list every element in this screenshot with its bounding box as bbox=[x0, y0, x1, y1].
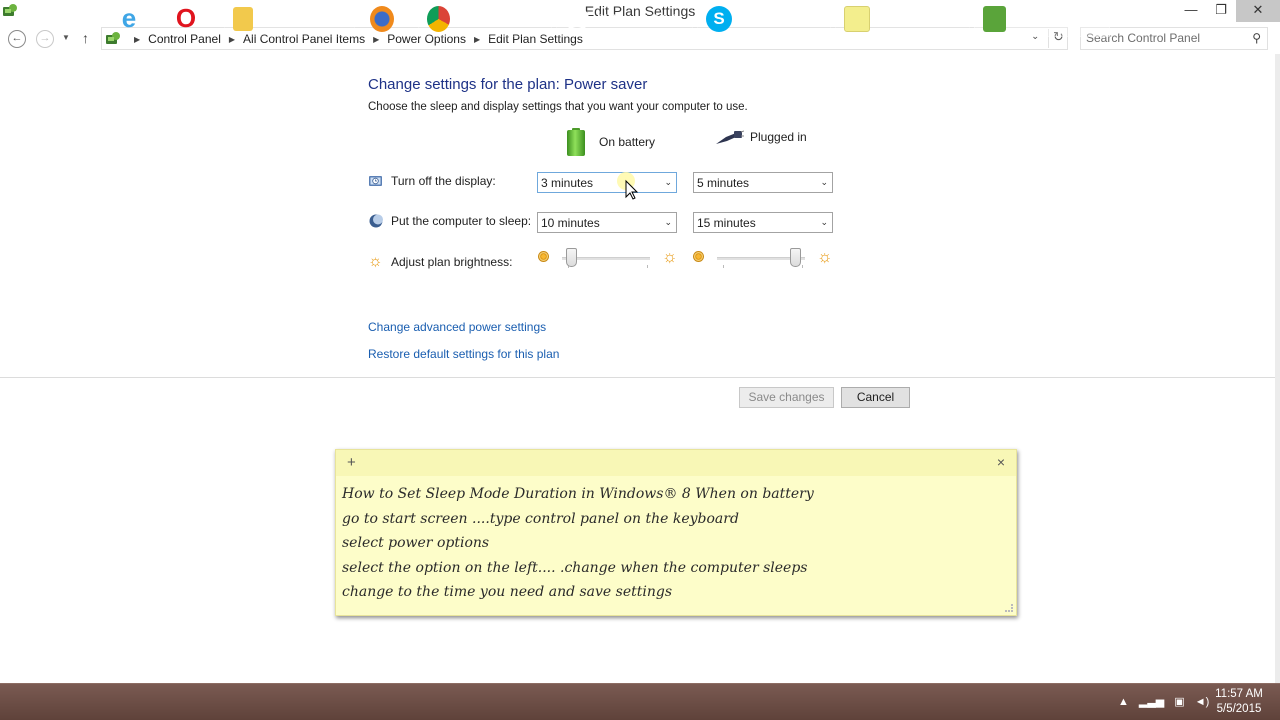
window-app-icon: ▣ bbox=[63, 8, 81, 28]
page-title: Change settings for the plan: Power save… bbox=[368, 76, 648, 93]
slider-ticks bbox=[568, 265, 648, 268]
sleep-plugged-value: 15 minutes bbox=[697, 216, 756, 230]
battery-icon bbox=[566, 128, 586, 156]
display-plugged-value: 5 minutes bbox=[697, 176, 750, 190]
internet-explorer-icon: e bbox=[121, 3, 137, 33]
system-tray: ▲ ▂▃▅ ▣ ◄) bbox=[1118, 683, 1219, 720]
folder-icon bbox=[233, 6, 253, 31]
taskbar-skype[interactable]: S Skype bbox=[697, 0, 831, 37]
clock-time: 11:57 AM bbox=[1215, 688, 1263, 700]
brightness-setting-label: Adjust plan brightness: bbox=[391, 255, 513, 269]
scrollbar[interactable] bbox=[1275, 54, 1280, 684]
note-line: go to start screen ....type control pane… bbox=[342, 510, 739, 527]
column-header-plugged: Plugged in bbox=[714, 128, 807, 146]
sleep-setting-row: Put the computer to sleep: bbox=[368, 213, 531, 229]
taskbar-label: Skype bbox=[740, 11, 774, 26]
opera-icon: O bbox=[175, 3, 197, 33]
taskbar-sticky-notes[interactable]: Sticky Notes bbox=[835, 0, 970, 37]
display-setting-row: Turn off the display: bbox=[368, 173, 496, 189]
close-button[interactable]: ✕ bbox=[1236, 0, 1280, 22]
display-battery-select[interactable]: 3 minutes ⌄ bbox=[537, 172, 677, 193]
note-line: How to Set Sleep Mode Duration in Window… bbox=[342, 486, 814, 502]
sun-icon: ☼ bbox=[368, 253, 383, 270]
taskbar-bittorrent[interactable]: ⟲ BitTorrent 7.9.3... bbox=[556, 0, 693, 37]
column-label-plugged: Plugged in bbox=[750, 130, 807, 144]
display-plugged-select[interactable]: 5 minutes ⌄ bbox=[693, 172, 833, 193]
dim-sun-icon bbox=[693, 251, 704, 262]
minimize-button[interactable]: — bbox=[1176, 0, 1206, 22]
page-description: Choose the sleep and display settings th… bbox=[368, 101, 748, 113]
mouse-cursor-icon bbox=[617, 172, 639, 200]
maximize-button[interactable]: ❐ bbox=[1206, 0, 1236, 22]
search-icon[interactable]: ⚲ bbox=[1252, 31, 1261, 45]
sticky-note-header[interactable] bbox=[336, 450, 1016, 476]
taskbar-edit-plan-settings[interactable]: Edit Plan Settings bbox=[974, 0, 1110, 37]
skype-icon: S bbox=[706, 5, 732, 32]
chevron-down-icon: ⌄ bbox=[664, 177, 672, 187]
advanced-settings-link[interactable]: Change advanced power settings bbox=[368, 320, 546, 334]
bright-sun-icon: ☼ bbox=[662, 247, 678, 266]
taskbar-label: 1 of 1 uploaded... bbox=[458, 11, 551, 26]
bittorrent-icon: ⟲ bbox=[565, 6, 589, 31]
note-line: select power options bbox=[342, 535, 490, 551]
sticky-note[interactable]: + × How to Set Sleep Mode Duration in Wi… bbox=[335, 449, 1017, 616]
taskbar-label: Recording bbox=[261, 11, 316, 26]
taskbar-chrome[interactable]: 1 of 1 uploaded... bbox=[418, 0, 552, 37]
moon-icon bbox=[369, 214, 383, 228]
sticky-note-text[interactable]: How to Set Sleep Mode Duration in Window… bbox=[342, 482, 814, 605]
windows-logo-icon bbox=[14, 8, 34, 29]
add-note-button[interactable]: + bbox=[347, 454, 356, 471]
brightness-battery-slider[interactable]: ☼ bbox=[538, 248, 678, 270]
taskbar bbox=[0, 683, 1280, 720]
taskbar-opera[interactable]: O bbox=[174, 0, 206, 37]
divider bbox=[0, 377, 1275, 378]
column-label-battery: On battery bbox=[599, 135, 656, 149]
power-plug-icon bbox=[716, 130, 744, 144]
taskbar-label: Sticky Notes bbox=[878, 11, 945, 26]
monitor-clock-icon bbox=[369, 176, 382, 186]
slider-thumb[interactable] bbox=[565, 248, 577, 267]
close-note-button[interactable]: × bbox=[997, 454, 1005, 470]
taskbar-label: BitTorrent 7.9.3... bbox=[597, 11, 689, 26]
display-setting-label: Turn off the display: bbox=[391, 174, 496, 188]
control-panel-icon bbox=[983, 5, 1007, 32]
chevron-down-icon: ⌄ bbox=[820, 217, 828, 227]
slider-thumb[interactable] bbox=[790, 248, 802, 267]
taskbar-ie[interactable]: e bbox=[117, 0, 149, 37]
chrome-icon bbox=[427, 5, 451, 32]
signal-icon[interactable]: ▂▃▅ bbox=[1139, 695, 1164, 708]
taskbar-app[interactable]: ▣ bbox=[60, 0, 92, 37]
sticky-notes-icon bbox=[844, 5, 870, 32]
chevron-down-icon: ⌄ bbox=[820, 177, 828, 187]
start-button[interactable] bbox=[0, 0, 48, 37]
restore-defaults-link[interactable]: Restore default settings for this plan bbox=[368, 347, 559, 361]
note-line: change to the time you need and save set… bbox=[342, 584, 673, 600]
taskbar-label: Edit Plan Settings bbox=[1014, 11, 1109, 26]
sleep-setting-label: Put the computer to sleep: bbox=[391, 214, 532, 228]
note-line: select the option on the left.... .chang… bbox=[342, 559, 808, 576]
taskbar-clock[interactable]: 11:57 AM 5/5/2015 bbox=[1208, 687, 1270, 717]
sleep-battery-value: 10 minutes bbox=[541, 216, 600, 230]
clock-date: 5/5/2015 bbox=[1216, 703, 1262, 715]
display-battery-value: 3 minutes bbox=[541, 176, 594, 190]
dim-sun-icon bbox=[538, 251, 549, 262]
firefox-icon bbox=[370, 5, 394, 32]
cancel-button[interactable]: Cancel bbox=[841, 387, 910, 408]
brightness-setting-row: ☼ Adjust plan brightness: bbox=[368, 254, 512, 270]
chevron-down-icon: ⌄ bbox=[664, 217, 672, 227]
bright-sun-icon: ☼ bbox=[817, 247, 833, 266]
network-icon[interactable]: ▣ bbox=[1174, 695, 1184, 708]
taskbar-recording[interactable]: Recording bbox=[224, 0, 355, 37]
taskbar-firefox[interactable] bbox=[370, 0, 402, 37]
save-changes-button[interactable]: Save changes bbox=[739, 387, 834, 408]
show-hidden-icons-icon[interactable]: ▲ bbox=[1118, 696, 1129, 708]
brightness-plugged-slider[interactable]: ☼ bbox=[693, 248, 833, 270]
sleep-battery-select[interactable]: 10 minutes ⌄ bbox=[537, 212, 677, 233]
resize-grip-icon[interactable] bbox=[1005, 604, 1013, 612]
sleep-plugged-select[interactable]: 15 minutes ⌄ bbox=[693, 212, 833, 233]
column-header-battery: On battery bbox=[566, 128, 655, 156]
